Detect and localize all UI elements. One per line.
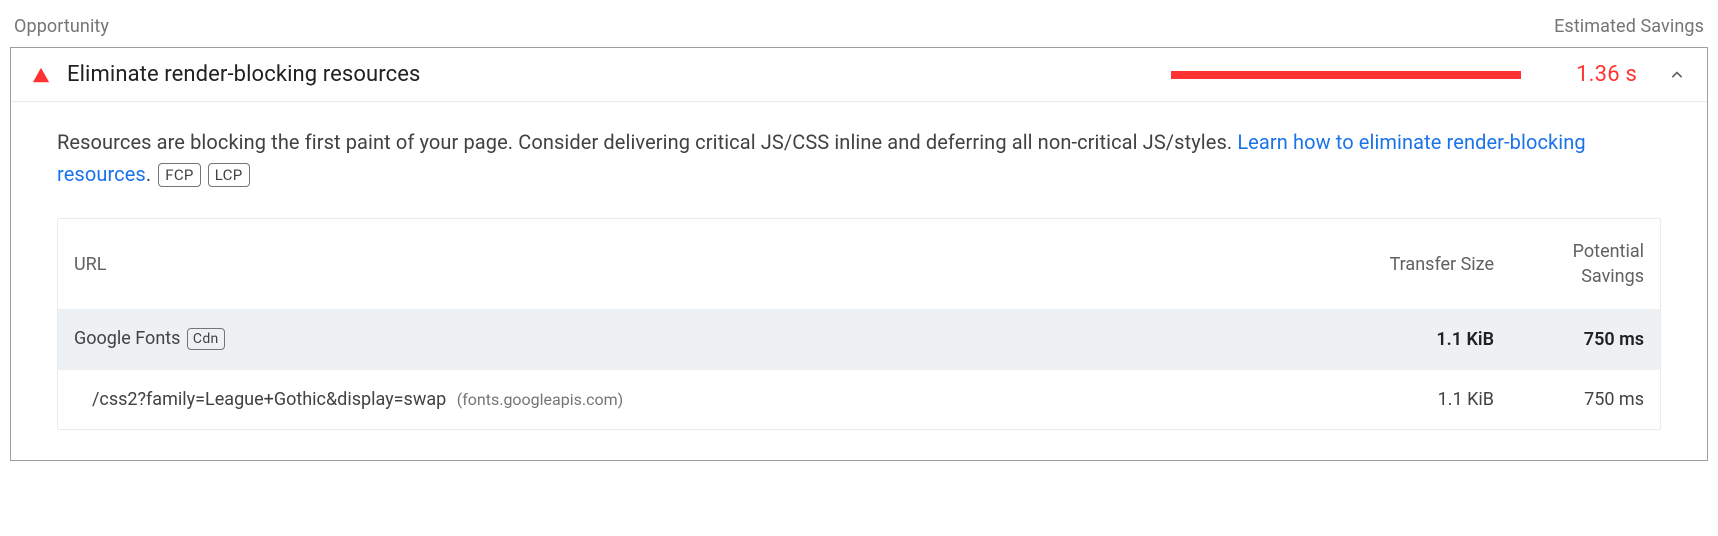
audit-panel: Eliminate render-blocking resources 1.36…: [10, 47, 1708, 461]
group-tag-cdn: Cdn: [187, 328, 225, 350]
audit-description: Resources are blocking the first paint o…: [57, 126, 1661, 190]
audit-details: Resources are blocking the first paint o…: [11, 101, 1707, 460]
audit-summary-row[interactable]: Eliminate render-blocking resources 1.36…: [11, 48, 1707, 101]
description-text: Resources are blocking the first paint o…: [57, 130, 1237, 154]
row-size: 1.1 KiB: [1314, 389, 1494, 410]
th-transfer-size: Transfer Size: [1314, 254, 1494, 275]
fail-triangle-icon: [31, 65, 51, 85]
header-estimated-savings: Estimated Savings: [1554, 16, 1704, 37]
savings-bar-fill: [1171, 71, 1521, 79]
row-host: (fonts.googleapis.com): [457, 390, 623, 409]
description-dot: .: [146, 162, 151, 186]
header-opportunity: Opportunity: [14, 16, 109, 37]
group-savings: 750 ms: [1494, 329, 1644, 350]
group-label-cell: Google Fonts Cdn: [74, 328, 1314, 350]
chevron-up-icon: [1667, 65, 1687, 85]
column-headers: Opportunity Estimated Savings: [10, 10, 1708, 47]
table-group-row: Google Fonts Cdn 1.1 KiB 750 ms: [58, 309, 1660, 369]
group-size: 1.1 KiB: [1314, 329, 1494, 350]
table-row: /css2?family=League+Gothic&display=swap …: [58, 369, 1660, 429]
table-header: URL Transfer Size Potential Savings: [58, 219, 1660, 309]
row-savings: 750 ms: [1494, 389, 1644, 410]
metric-tag-fcp: FCP: [158, 163, 200, 187]
savings-value: 1.36 s: [1567, 62, 1637, 87]
resources-table: URL Transfer Size Potential Savings Goog…: [57, 218, 1661, 430]
th-url: URL: [74, 254, 1314, 275]
row-url-cell: /css2?family=League+Gothic&display=swap …: [74, 389, 1314, 410]
savings-bar: [1171, 71, 1521, 79]
row-path: /css2?family=League+Gothic&display=swap: [92, 389, 446, 410]
audit-title: Eliminate render-blocking resources: [67, 62, 1155, 87]
group-label: Google Fonts: [74, 328, 180, 349]
th-potential-savings: Potential Savings: [1494, 239, 1644, 289]
metric-tag-lcp: LCP: [208, 163, 250, 187]
